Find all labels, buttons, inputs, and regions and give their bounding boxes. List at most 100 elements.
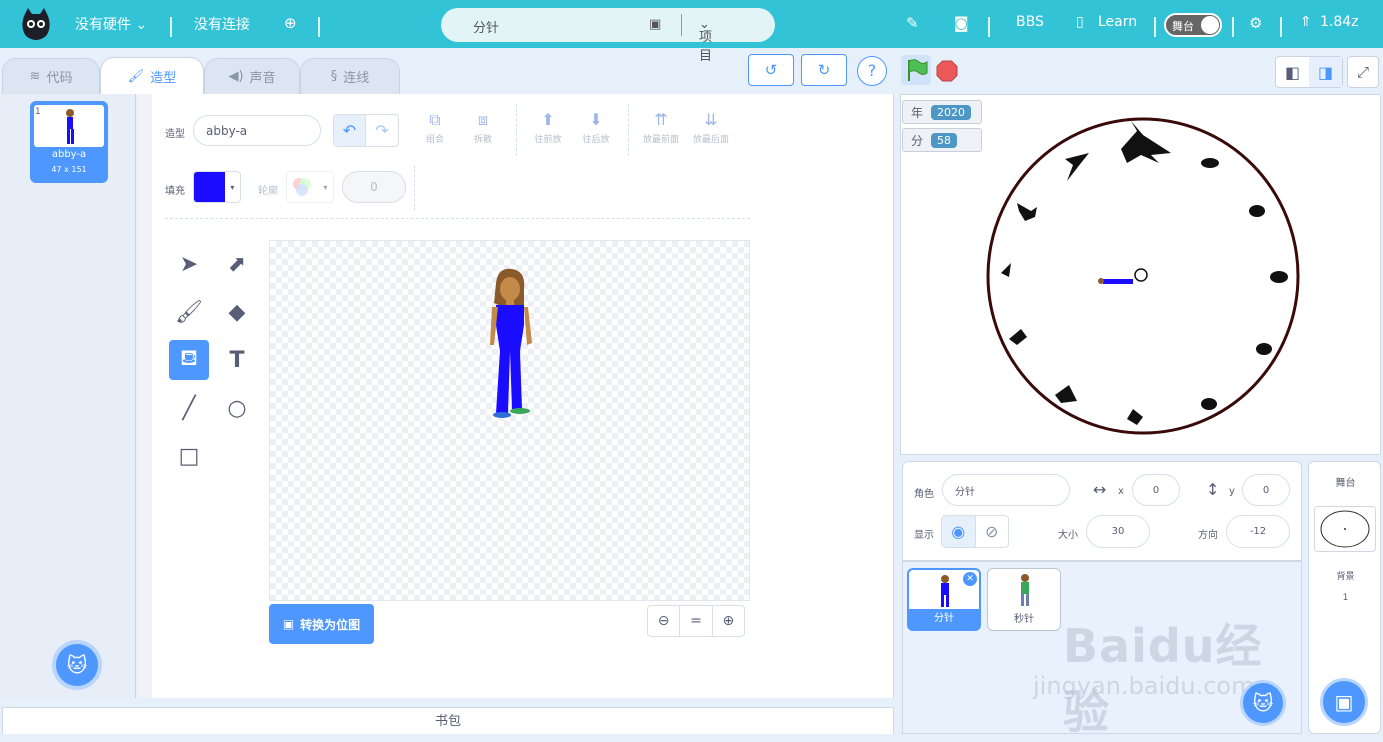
zoom-out-button[interactable]: ⊖ (648, 606, 681, 636)
tab-costume-label: 造型 (150, 70, 177, 86)
sprite-thumbnail (1021, 574, 1029, 606)
y-input[interactable]: 0 (1242, 474, 1290, 506)
brush-tool[interactable]: 🖌 (169, 292, 209, 332)
x-input[interactable]: 0 (1132, 474, 1180, 506)
tab-wire[interactable]: § 连线 (300, 58, 400, 94)
help-button[interactable]: ? (857, 56, 887, 86)
hardware-menu[interactable]: 没有硬件 ⌄ (75, 14, 147, 34)
choose-sprite-button[interactable]: 🐱 (1240, 680, 1286, 726)
sprite-item[interactable]: 秒针 (987, 568, 1061, 631)
paint-canvas[interactable] (269, 240, 750, 601)
redo-icon: ↷ (375, 121, 389, 140)
show-sprite-button[interactable]: ◉ (942, 516, 976, 547)
undo-icon: ↶ (342, 121, 357, 140)
sprite-name-input[interactable]: 分针 (942, 474, 1070, 506)
front-label: 放最前面 (642, 135, 679, 145)
size-input[interactable]: 30 (1086, 515, 1150, 548)
size-value: 30 (1111, 526, 1125, 537)
fill-swatch (194, 172, 225, 202)
zoom-reset-button[interactable]: = (680, 606, 713, 636)
cat-add-icon: 🐱 (1252, 691, 1274, 715)
monitor-label: 年 (911, 105, 924, 120)
globe-icon[interactable]: ⊕ (284, 14, 297, 32)
sprite-name-value: 分针 (955, 486, 975, 498)
stop-sign-icon (936, 60, 958, 82)
clock-face-graphic (986, 117, 1300, 435)
fill-tool[interactable]: ⛾ (169, 340, 209, 380)
edit-pencil-icon[interactable]: ✎ (906, 14, 919, 32)
reshape-tool[interactable]: ⬈ (217, 244, 257, 284)
back-button[interactable]: ⇊ 放最后面 (691, 112, 731, 146)
size-label: 大小 (1058, 530, 1078, 541)
costume-name-input[interactable]: abby-a (193, 115, 321, 146)
backdrop-count: 1 (1342, 593, 1349, 603)
tab-costume[interactable]: 🖌 造型 (100, 57, 204, 94)
zoom-in-button[interactable]: ⊕ (713, 606, 744, 636)
redo-stage-button[interactable]: ↻ (801, 54, 847, 86)
sprite-item[interactable]: ✕ 分针 (907, 568, 981, 631)
save-icon[interactable]: ▣ (649, 17, 661, 32)
undo-button[interactable]: ↶ (334, 115, 367, 146)
rotate-right-icon: ↻ (817, 61, 831, 79)
tab-sound[interactable]: ◀) 声音 (204, 58, 300, 94)
large-stage-icon[interactable]: ◨ (1309, 57, 1342, 87)
convert-bitmap-label: 转换为位图 (300, 617, 361, 632)
monitor-value: 58 (931, 132, 958, 148)
hardware-label: 没有硬件 (75, 17, 131, 33)
project-title-box[interactable]: 分针 ▣ 项目 ⌄ (441, 8, 775, 64)
forward-label: 往前放 (534, 135, 562, 145)
outline-width-input[interactable]: 0 (342, 171, 406, 203)
cat-add-icon: 🐱 (66, 653, 88, 677)
stage-canvas[interactable]: 年 2020 分 58 (900, 94, 1381, 455)
costume-list-scrollbar[interactable] (138, 94, 152, 698)
group-label: 组合 (425, 135, 444, 145)
costume-thumbnail (34, 105, 104, 147)
rectangle-tool[interactable]: □ (169, 436, 209, 476)
stage-mode-toggle[interactable]: 舞台 (1164, 13, 1222, 37)
project-name[interactable]: 分针 (473, 17, 499, 36)
redo-button[interactable]: ↷ (366, 115, 398, 146)
fill-color-picker[interactable]: ▾ (193, 171, 241, 203)
direction-input[interactable]: -12 (1226, 515, 1290, 548)
sprite-thumbnail (941, 575, 949, 607)
zoom-in-icon: ⊕ (722, 613, 735, 629)
delete-sprite-icon[interactable]: ✕ (963, 572, 977, 586)
fullscreen-button[interactable]: ⤢ (1347, 56, 1379, 88)
undo-stage-button[interactable]: ↺ (748, 54, 794, 86)
ungroup-button[interactable]: ⧈ 拆散 (463, 112, 503, 146)
choose-backdrop-button[interactable]: ▣ (1320, 678, 1368, 726)
convert-to-bitmap-button[interactable]: ▣ 转换为位图 (269, 604, 374, 644)
circle-tool[interactable]: ○ (217, 388, 257, 428)
group-icon: ⧉ (429, 110, 441, 129)
tab-code[interactable]: ≋ 代码 (2, 58, 100, 94)
choose-costume-button[interactable]: 🐱 (52, 640, 102, 690)
code-icon: ≋ (29, 69, 41, 84)
select-tool[interactable]: ➤ (169, 244, 209, 284)
group-button[interactable]: ⧉ 组合 (415, 110, 455, 146)
reshape-icon: ⬈ (227, 251, 247, 277)
bbs-link[interactable]: BBS (1016, 14, 1044, 30)
small-stage-icon[interactable]: ◧ (1276, 57, 1309, 87)
stop-button[interactable] (936, 60, 958, 82)
backward-button[interactable]: ⬇ 往后放 (576, 112, 616, 146)
connection-menu[interactable]: 没有连接 (194, 14, 250, 34)
costume-item[interactable]: 1 abby-a 47 x 151 (30, 101, 108, 183)
outline-color-picker[interactable]: ▾ (286, 171, 334, 203)
costume-name-label: 造型 (165, 129, 185, 140)
camera-icon[interactable]: ◙ (954, 14, 969, 32)
backdrop-thumbnail (1314, 506, 1376, 552)
front-button[interactable]: ⇈ 放最前面 (641, 112, 681, 146)
hide-sprite-button[interactable]: ⊘ (976, 516, 1009, 547)
fill-label: 填充 (165, 186, 185, 197)
line-tool[interactable]: ╱ (169, 388, 209, 428)
project-menu[interactable]: 项目 ⌄ (699, 17, 712, 64)
gear-icon[interactable]: ⚙ (1249, 14, 1262, 32)
eraser-tool[interactable]: ◆ (217, 292, 257, 332)
app-logo[interactable] (18, 6, 54, 42)
backpack-bar[interactable]: 书包 (2, 707, 894, 734)
green-flag-button[interactable] (901, 55, 931, 85)
version-label: 1.84z (1320, 14, 1359, 30)
text-tool[interactable]: T (217, 340, 257, 380)
learn-link[interactable]: Learn (1098, 14, 1137, 30)
forward-button[interactable]: ⬆ 往前放 (528, 112, 568, 146)
